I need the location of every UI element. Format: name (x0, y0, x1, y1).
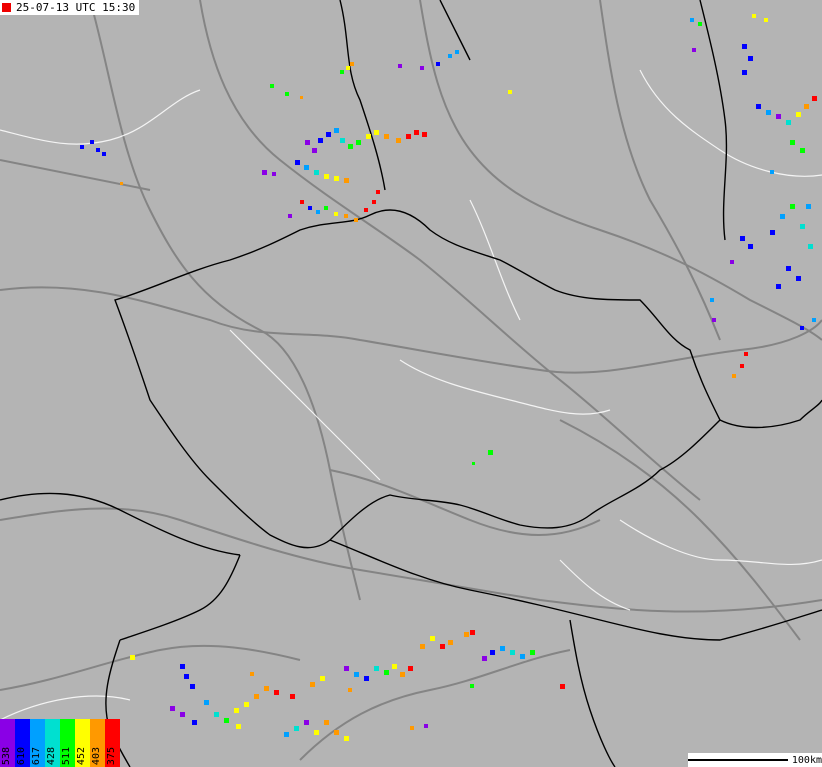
legend-cell-5: 452 (75, 719, 90, 767)
legend-label: 375 (106, 746, 117, 765)
legend-cell-6: 403 (90, 719, 105, 767)
legend-label: 610 (16, 746, 27, 765)
color-legend: 538 610 617 428 511 452 403 375 (0, 719, 120, 767)
legend-label: 428 (46, 746, 57, 765)
scale-line (687, 759, 788, 761)
legend-label: 452 (76, 746, 87, 765)
lightning-map: 25-07-13 UTC 15:30 538 610 617 428 511 4… (0, 0, 822, 767)
legend-cell-1: 610 (15, 719, 30, 767)
marker-icon (2, 3, 11, 12)
legend-cell-7: 375 (105, 719, 120, 767)
legend-label: 403 (91, 746, 102, 765)
legend-cell-0: 538 (0, 719, 15, 767)
legend-cell-4: 511 (60, 719, 75, 767)
timestamp-text: 25-07-13 UTC 15:30 (16, 1, 136, 14)
timestamp-box: 25-07-13 UTC 15:30 (0, 0, 140, 15)
legend-cell-2: 617 (30, 719, 45, 767)
scale-bar: 100km (687, 753, 822, 767)
legend-label: 617 (31, 746, 42, 765)
legend-label: 538 (1, 746, 12, 765)
scale-label: 100km (791, 754, 822, 766)
legend-cell-3: 428 (45, 719, 60, 767)
legend-label: 511 (61, 746, 72, 765)
map-canvas (0, 0, 822, 767)
